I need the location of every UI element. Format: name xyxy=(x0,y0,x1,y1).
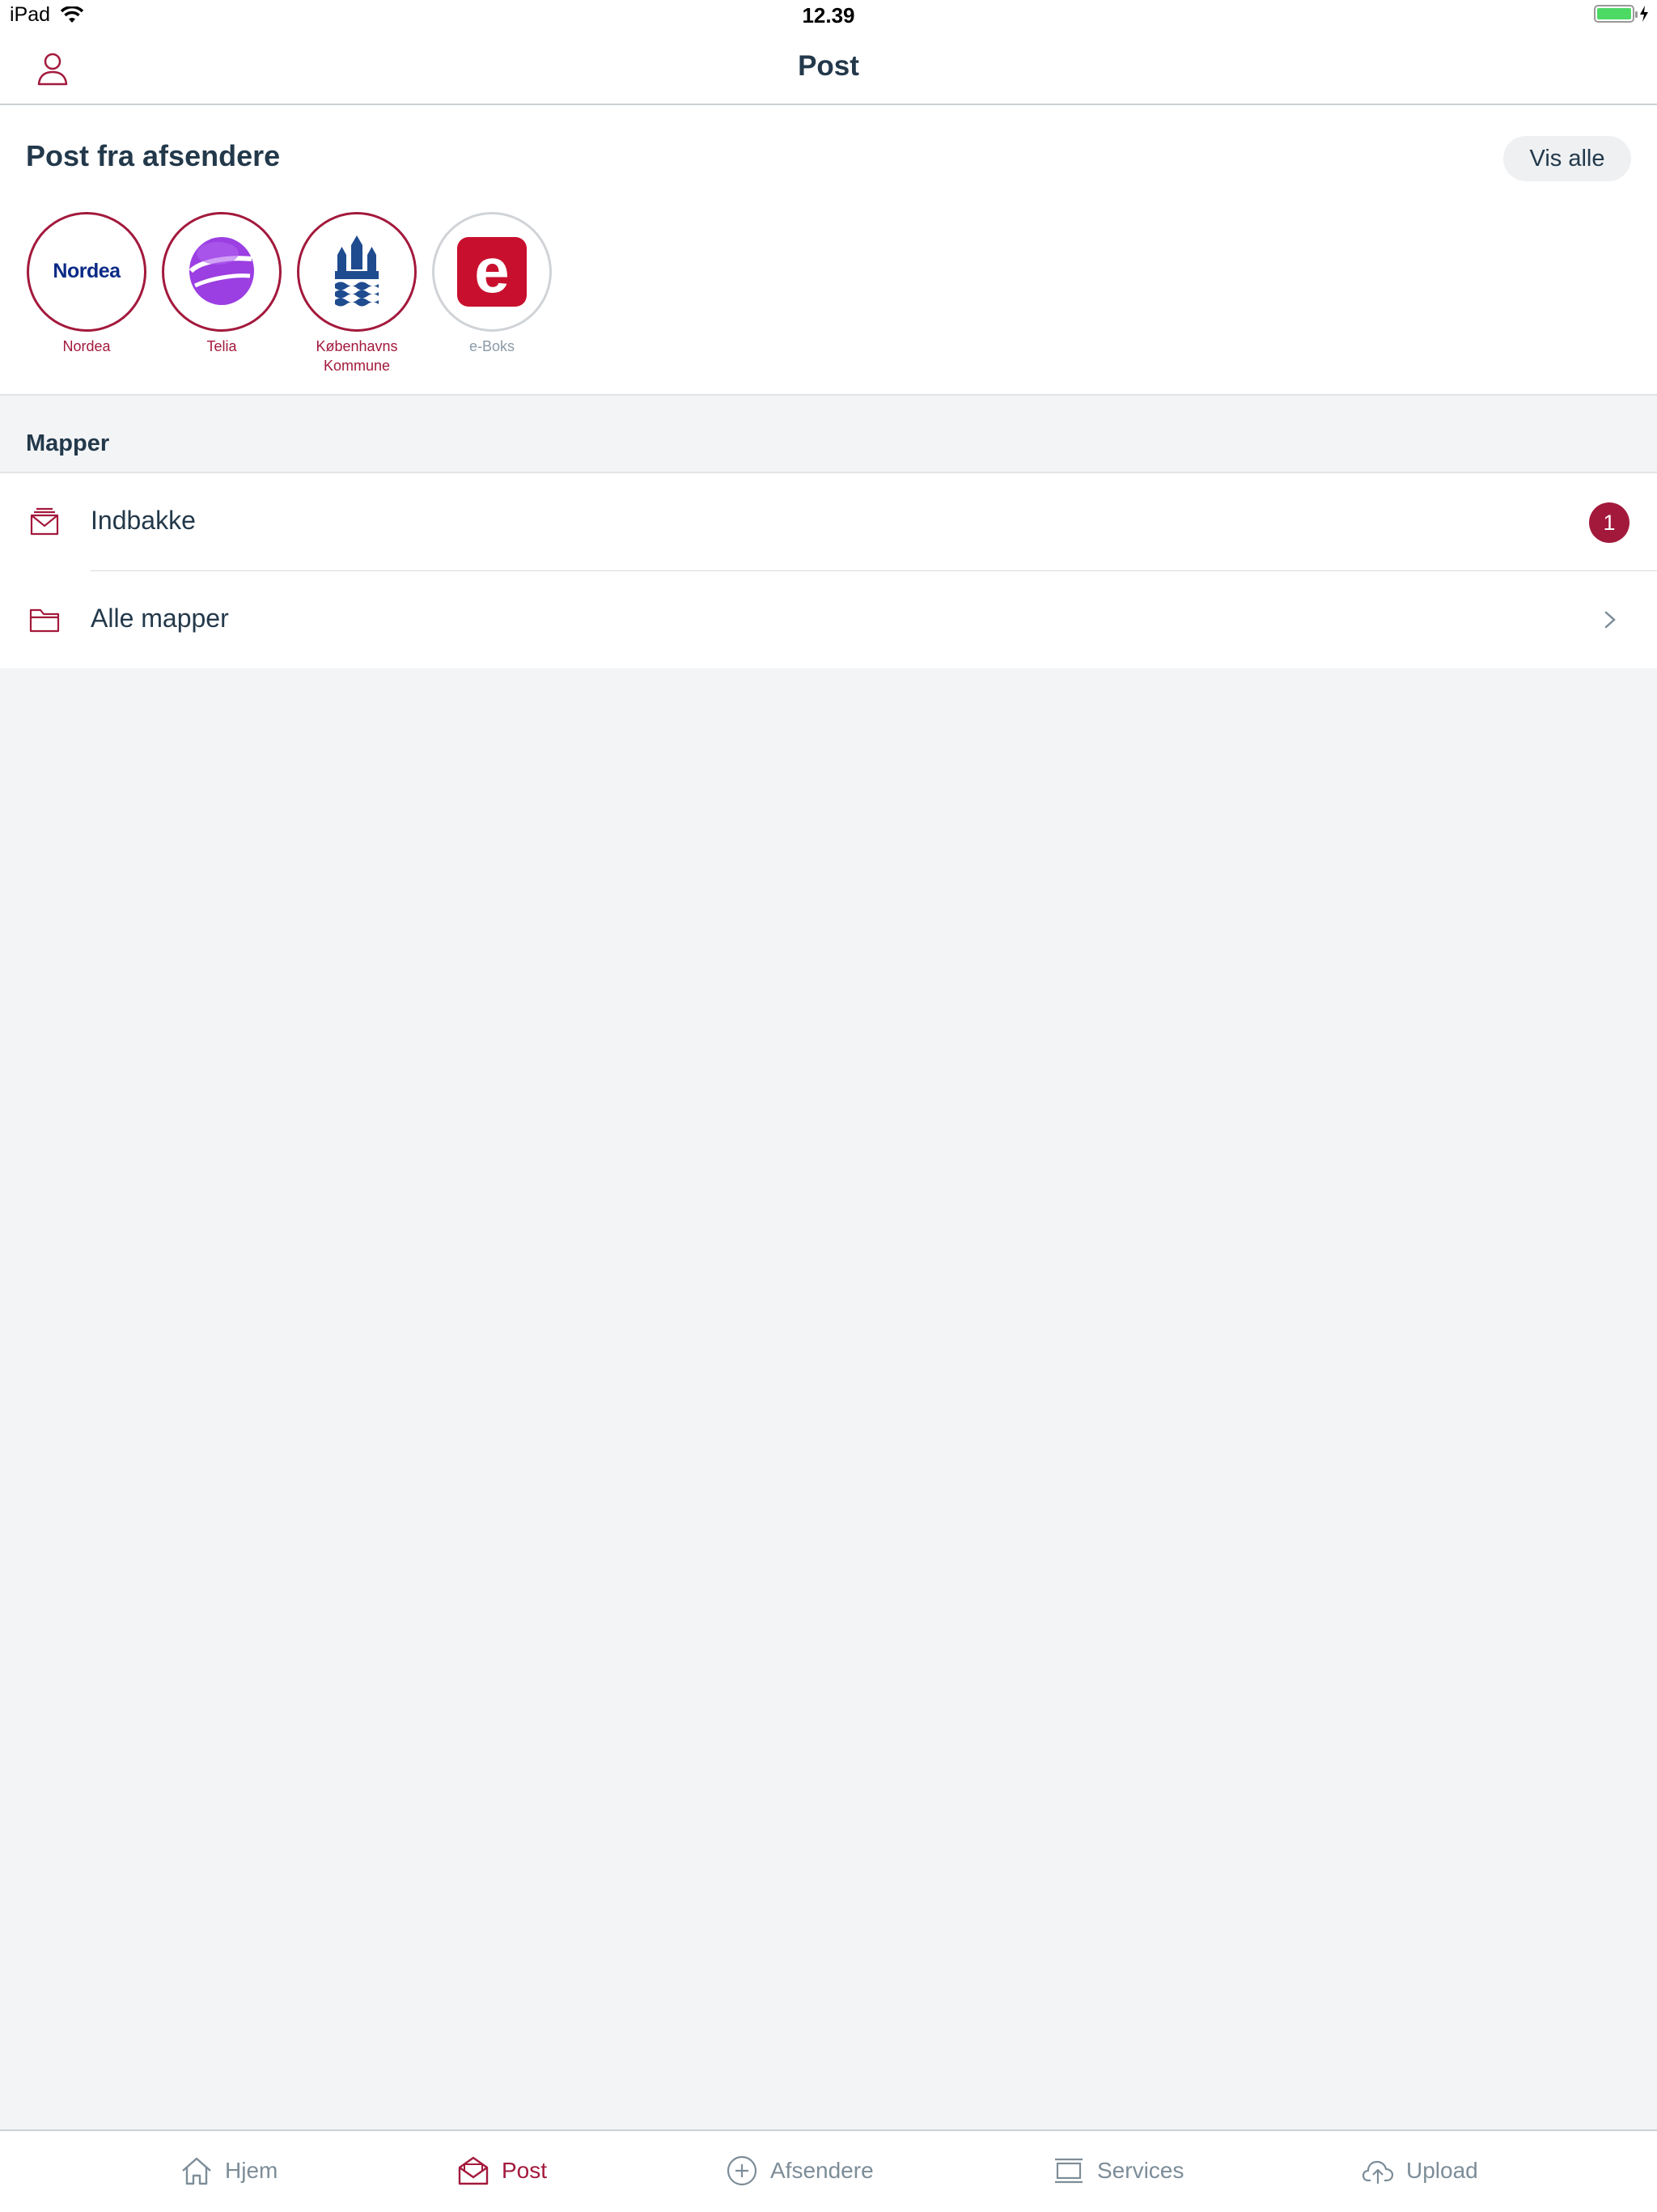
tab-post[interactable]: Post xyxy=(456,2131,547,2210)
show-all-button[interactable]: Vis alle xyxy=(1503,136,1631,181)
home-icon xyxy=(182,2157,211,2185)
senders-title: Post fra afsendere xyxy=(26,139,281,172)
inbox-icon xyxy=(30,507,59,536)
sender-telia[interactable]: Telia xyxy=(154,212,290,356)
battery-icon xyxy=(1594,5,1638,23)
nordea-logo: Nordea xyxy=(27,212,146,332)
kobenhavns-kommune-logo xyxy=(297,212,417,332)
sender-kobenhavns-kommune[interactable]: Københavns Kommune xyxy=(289,212,425,375)
chevron-right-icon xyxy=(1604,611,1616,629)
folders-title: Mapper xyxy=(26,430,110,456)
cloud-upload-icon xyxy=(1362,2160,1394,2184)
folders-list: Indbakke 1 Alle mapper xyxy=(0,472,1657,668)
status-bar: iPad 12.39 xyxy=(0,0,1657,34)
services-icon xyxy=(1055,2158,1083,2184)
page-title: Post xyxy=(798,50,859,82)
sender-name: Telia xyxy=(206,338,237,354)
tab-label: Hjem xyxy=(225,2158,278,2183)
tab-upload[interactable]: Upload xyxy=(1361,2131,1478,2210)
sender-e-boks[interactable]: e e-Boks xyxy=(424,212,560,356)
status-bar-right xyxy=(1594,5,1649,23)
telia-logo xyxy=(162,212,282,332)
mail-open-icon xyxy=(458,2156,489,2185)
tab-bar: Hjem Post Afsendere Services Upload xyxy=(0,2129,1657,2212)
unread-badge: 1 xyxy=(1589,502,1629,543)
nav-bar: Post xyxy=(0,34,1657,105)
plus-circle-icon xyxy=(727,2155,757,2186)
battery-level xyxy=(1597,8,1631,19)
sender-nordea[interactable]: Nordea Nordea xyxy=(19,212,155,356)
status-time: 12.39 xyxy=(802,3,855,28)
tab-hjem[interactable]: Hjem xyxy=(180,2131,278,2210)
tab-label: Upload xyxy=(1406,2158,1478,2183)
senders-section: Post fra afsendere Vis alle Nordea Norde… xyxy=(0,105,1657,396)
tab-services[interactable]: Services xyxy=(1052,2131,1184,2210)
sender-name: Københavns Kommune xyxy=(316,338,398,374)
folder-row-inbox[interactable]: Indbakke 1 xyxy=(0,473,1657,571)
tab-label: Afsendere xyxy=(770,2158,874,2183)
folder-label: Indbakke xyxy=(91,506,196,535)
folder-icon xyxy=(29,608,60,633)
e-boks-logo-text: e xyxy=(474,235,510,306)
telia-logo-mark xyxy=(189,237,254,305)
e-boks-logo: e xyxy=(432,212,552,332)
tab-label: Post xyxy=(502,2158,548,2183)
nordea-logo-text: Nordea xyxy=(53,260,121,282)
tab-afsendere[interactable]: Afsendere xyxy=(725,2131,874,2210)
sender-name: e-Boks xyxy=(468,338,515,354)
folder-label: Alle mapper xyxy=(91,604,229,633)
city-coat-of-arms-icon xyxy=(335,235,379,307)
folder-row-all-folders[interactable]: Alle mapper xyxy=(0,571,1657,668)
sender-name: Nordea xyxy=(62,338,111,354)
charging-icon xyxy=(1640,6,1648,22)
tab-label: Services xyxy=(1097,2158,1184,2183)
